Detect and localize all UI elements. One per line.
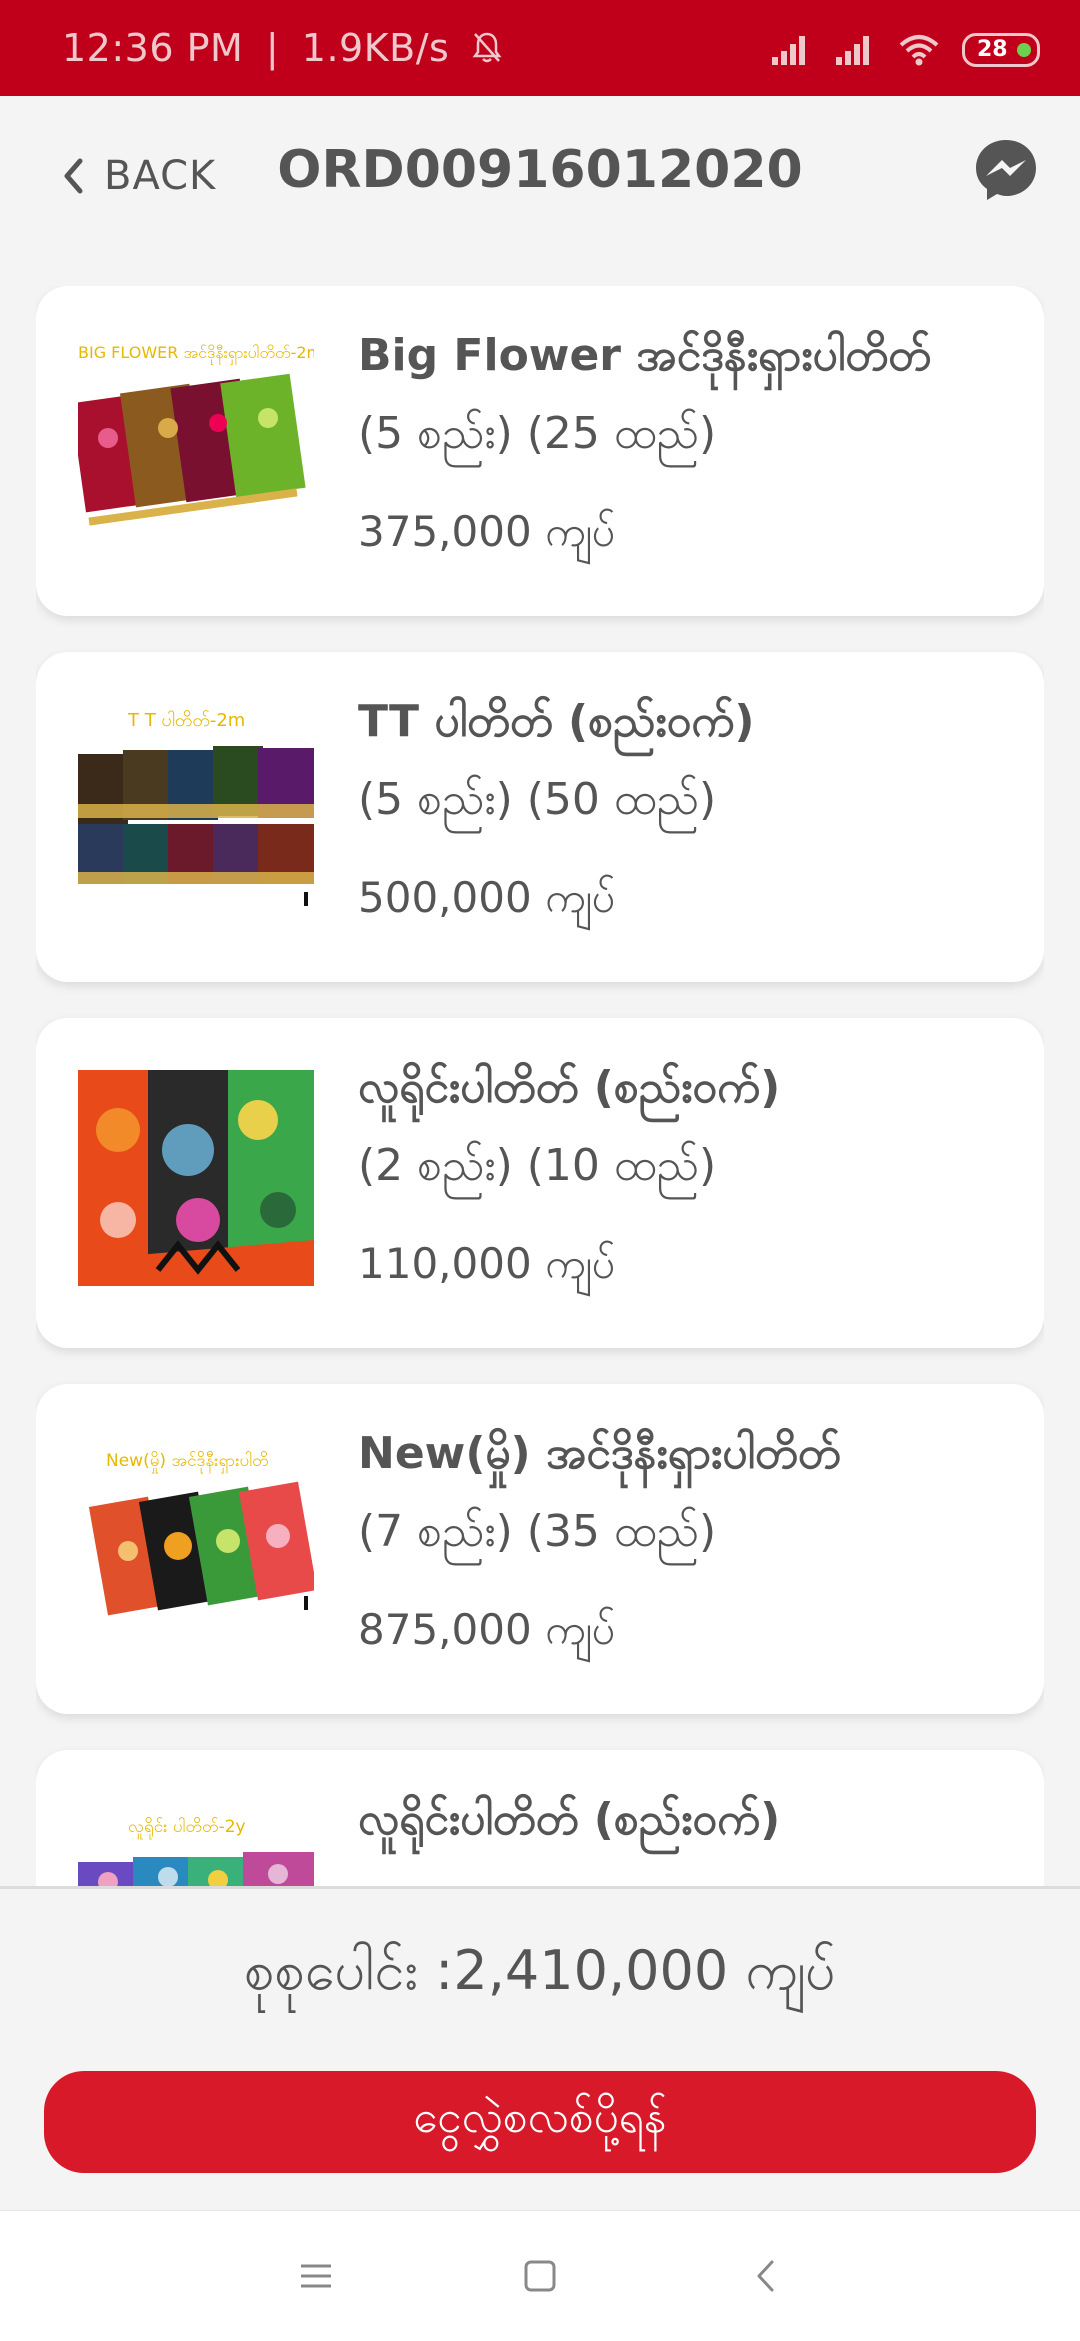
wifi-icon [899, 35, 939, 66]
status-time: 12:36 PM [62, 26, 244, 70]
order-item-card[interactable]: လူရိုင်းပါတိတ် (စည်းဝက်) (2 စည်း) (10 ထည… [36, 1018, 1044, 1348]
thumb-caption: T T ပါတိတ်-2m [127, 710, 245, 731]
order-item-card[interactable]: BIG FLOWER အင်ဒိုနီးရှားပါတိတ်-2m Big Fl… [36, 286, 1044, 616]
home-square-icon [524, 2260, 556, 2292]
item-name: New(မှို) အင်ဒိုနီးရှားပါတိတ် [358, 1428, 841, 1479]
item-info: Big Flower အင်ဒိုနီးရှားပါတိတ် (5 စည်း) … [358, 326, 1014, 562]
item-name: လူရိုင်းပါတိတ် (စည်းဝက်) [358, 1794, 781, 1845]
item-quantity: (7 စည်း) (35 ထည်) [358, 1506, 717, 1557]
order-id-title: ORD00916012020 [277, 140, 803, 200]
thumb-caption: New(မှို) အင်ဒိုနီးရှားပါတိ [106, 1450, 269, 1474]
order-summary-footer: စုစုပေါင်း :2,410,000 ကျပ် ငွေလွှဲစလစ်ပိ… [0, 1886, 1080, 2213]
signal-icon-1 [772, 36, 805, 65]
item-name: Big Flower အင်ဒိုနီးရှားပါတိတ် [358, 330, 931, 381]
thumb-caption: BIG FLOWER အင်ဒိုနီးရှားပါတိတ်-2m [78, 343, 314, 365]
item-name: လူရိုင်းပါတိတ် (စည်းဝက်) [358, 1062, 781, 1113]
product-thumbnail: New(မှို) အင်ဒိုနီးရှားပါတိ [78, 1436, 314, 1652]
item-info: TT ပါတိတ် (စည်းဝက်) (5 စည်း) (50 ထည်) 50… [358, 692, 1014, 928]
product-thumbnail [78, 1070, 314, 1286]
battery-level: 28 [977, 37, 1008, 62]
item-name: TT ပါတိတ် (စည်းဝက်) [358, 696, 755, 747]
item-quantity: (5 စည်း) (50 ထည်) [358, 774, 717, 825]
back-chevron-icon [757, 2260, 774, 2292]
status-speed: 1.9KB/s [301, 26, 450, 70]
order-total: စုစုပေါင်း :2,410,000 ကျပ် [244, 1939, 836, 2002]
status-bar: 12:36 PM | 1.9KB/s 28 [0, 0, 1080, 96]
battery-icon: 28 [962, 33, 1040, 67]
send-payment-slip-button[interactable]: ငွေလွှဲစလစ်ပို့ရန် [44, 2071, 1036, 2173]
home-button[interactable] [510, 2251, 570, 2301]
item-info: လူရိုင်းပါတိတ် (စည်းဝက်) [358, 1790, 1014, 1886]
product-thumbnail: BIG FLOWER အင်ဒိုနီးရှားပါတိတ်-2m [78, 338, 314, 554]
system-nav-bar [0, 2210, 1080, 2341]
order-item-card[interactable]: T T ပါတိတ်-2m TT ပါတိတ် (စည်းဝက်) (5 စည်… [36, 652, 1044, 982]
menu-button[interactable] [286, 2251, 346, 2301]
order-item-list: BIG FLOWER အင်ဒိုနီးရှားပါတိတ်-2m Big Fl… [36, 286, 1044, 1886]
status-left: 12:36 PM | 1.9KB/s [62, 26, 502, 70]
order-item-card[interactable]: New(မှို) အင်ဒိုနီးရှားပါတိ New(မှို) အင… [36, 1384, 1044, 1714]
order-item-card[interactable]: လူရိုင်း ပါတိတ်-2y လူရိုင်းပါတိတ် (စည်းဝ… [36, 1750, 1044, 1886]
item-info: New(မှို) အင်ဒိုနီးရှားပါတိတ် (7 စည်း) (… [358, 1424, 1014, 1660]
item-info: လူရိုင်းပါတိတ် (စည်းဝက်) (2 စည်း) (10 ထည… [358, 1058, 1014, 1294]
status-icons: 28 [770, 30, 1040, 70]
menu-icon [301, 2264, 331, 2288]
item-quantity: (2 စည်း) (10 ထည်) [358, 1140, 717, 1191]
item-price: 375,000 ကျပ် [358, 507, 616, 556]
messenger-icon[interactable] [972, 136, 1040, 204]
item-price: 110,000 ကျပ် [358, 1239, 616, 1288]
mute-bell-icon [472, 32, 502, 63]
header: BACK ORD00916012020 [0, 96, 1080, 256]
thumb-caption: လူရိုင်း ပါတိတ်-2y [128, 1816, 246, 1840]
product-thumbnail: T T ပါတိတ်-2m [78, 704, 314, 920]
item-quantity: (5 စည်း) (25 ထည်) [358, 408, 717, 459]
item-price: 875,000 ကျပ် [358, 1605, 616, 1654]
signal-icon-2 [836, 36, 869, 65]
battery-dot [1017, 43, 1031, 57]
system-back-button[interactable] [736, 2251, 796, 2301]
item-price: 500,000 ကျပ် [358, 873, 616, 922]
product-thumbnail: လူရိုင်း ပါတိတ်-2y [78, 1802, 314, 1886]
